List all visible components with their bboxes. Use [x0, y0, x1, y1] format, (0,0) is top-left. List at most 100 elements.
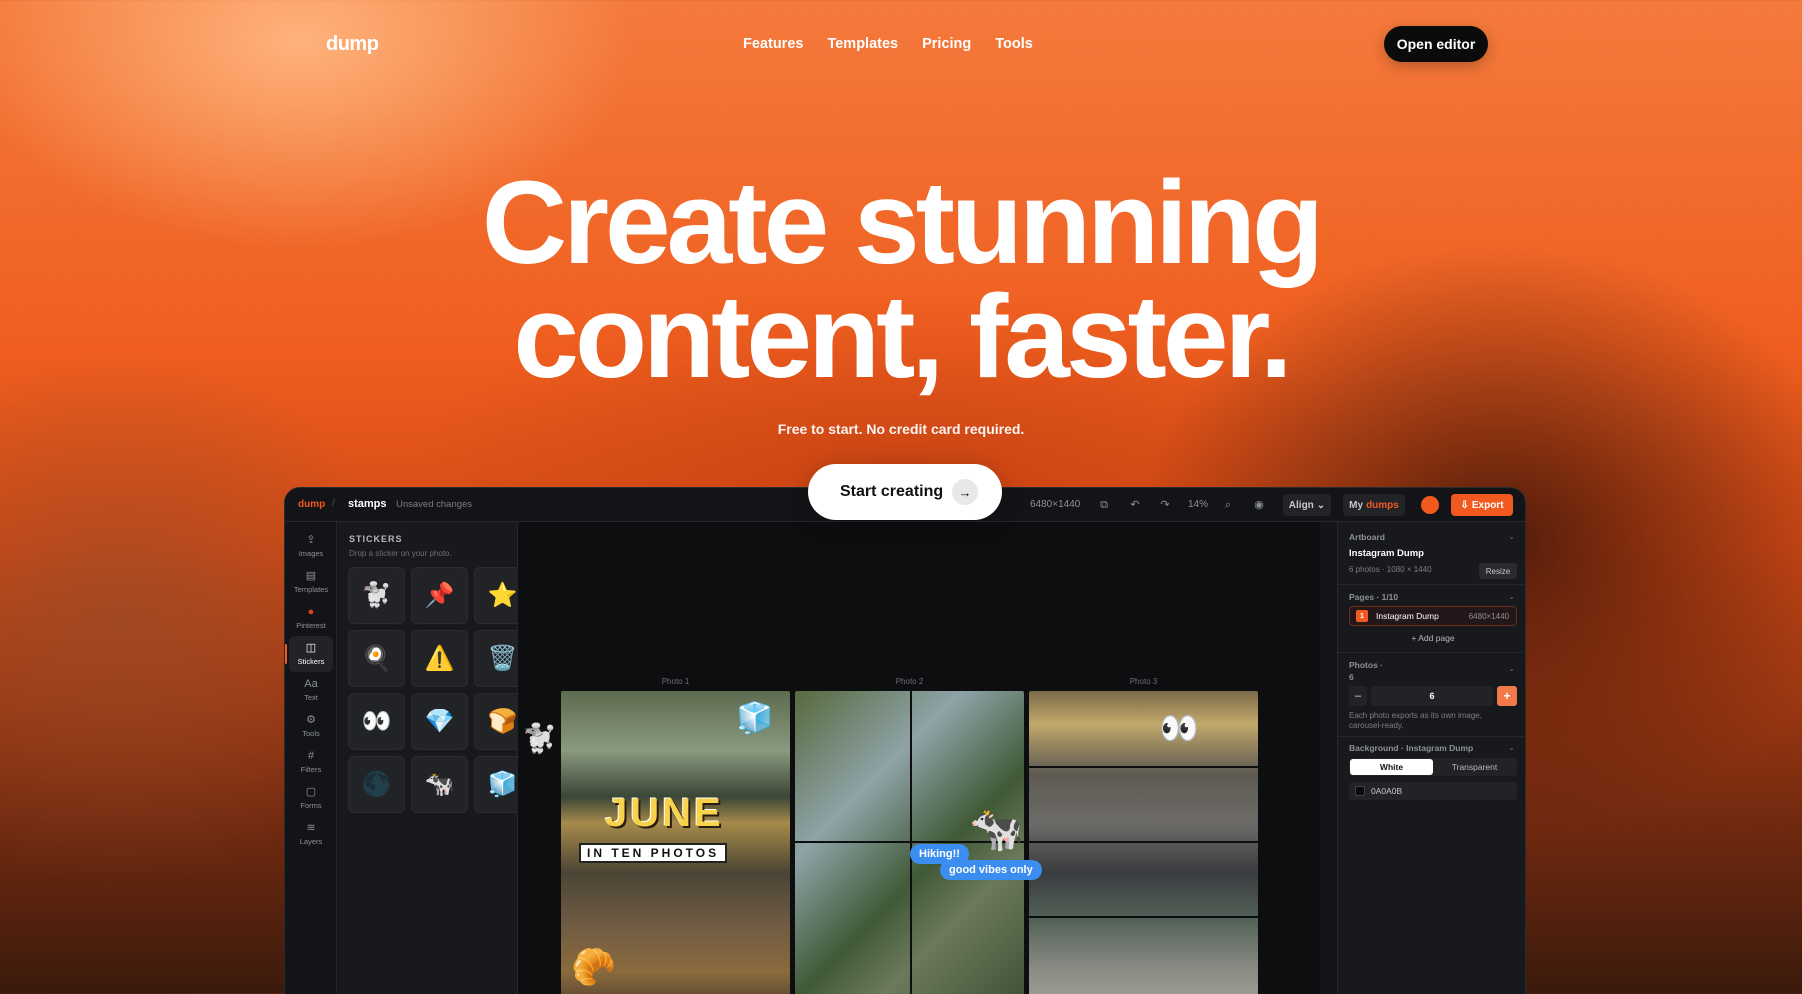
rail-item-label: Stickers — [297, 657, 325, 666]
hash-icon: # — [307, 750, 315, 762]
hero-title-line-1: Create stunning — [481, 157, 1324, 289]
sticker-cow[interactable]: 🐄 — [411, 756, 468, 813]
rail-item-filters[interactable]: # Filters — [289, 744, 333, 780]
chevron-down-icon: ⌄ — [1316, 499, 1326, 511]
photos-count: 6 — [1349, 672, 1354, 682]
sticker-wet-floor-sign[interactable]: ⚠️ — [411, 630, 468, 687]
nav-links: Features Templates Pricing Tools — [743, 36, 1033, 52]
rail-item-label: Pinterest — [296, 621, 326, 630]
in-ten-photos-sticker[interactable]: IN TEN PHOTOS — [579, 843, 728, 863]
pages-header: Pages · 1/10 — [1349, 592, 1399, 602]
project-name[interactable]: stamps — [348, 498, 387, 510]
rail-item-stickers[interactable]: ◫ Stickers — [285, 636, 333, 672]
square-icon: ▢ — [305, 786, 317, 798]
resize-button[interactable]: Resize — [1479, 563, 1517, 579]
save-status: Unsaved changes — [396, 499, 473, 510]
sticker-plumbob[interactable]: 💎 — [411, 693, 468, 750]
nav-link-pricing[interactable]: Pricing — [922, 36, 971, 52]
site-logo[interactable]: dump — [326, 33, 379, 56]
background-header: Background · Instagram Dump — [1349, 743, 1474, 753]
hero-title-line-2: content, faster. — [513, 271, 1292, 403]
rail-item-tools[interactable]: ⚙ Tools — [289, 708, 333, 744]
rail-item-label: Images — [298, 549, 324, 558]
my-dumps-button[interactable]: My dumps — [1343, 494, 1405, 516]
rail-item-label: Layers — [299, 837, 323, 846]
artboard-header: Artboard — [1349, 532, 1385, 542]
text-icon: Aa — [304, 678, 318, 690]
zoom-level[interactable]: 14% — [1188, 499, 1208, 510]
sticker-pushpin[interactable]: 📌 — [411, 567, 468, 624]
photos-header: Photos · — [1349, 660, 1383, 670]
rail-item-forms[interactable]: ▢ Forms — [289, 780, 333, 816]
rail-item-label: Templates — [293, 585, 329, 594]
photos-count-input[interactable]: 6 — [1371, 686, 1493, 706]
align-dropdown[interactable]: Align ⌄ — [1283, 494, 1331, 516]
upload-icon: ⇪ — [306, 534, 316, 546]
tool-rail: ⇪ Images ▤ Templates ● Pinterest ◫ Stick… — [285, 522, 337, 994]
background-color-field[interactable]: 0A0A0B — [1349, 782, 1517, 800]
nav-link-templates[interactable]: Templates — [827, 36, 898, 52]
start-creating-label: Start creating — [840, 483, 944, 500]
rail-item-pinterest[interactable]: ● Pinterest — [289, 600, 333, 636]
decrement-button[interactable]: – — [1349, 686, 1367, 706]
increment-button[interactable]: + — [1497, 686, 1517, 706]
photo-1[interactable]: JUNE IN TEN PHOTOS 🧊 🥐 — [561, 691, 790, 994]
color-swatch[interactable] — [1355, 786, 1365, 796]
sticker-icon: ◫ — [305, 642, 317, 654]
dog-sticker-on-canvas[interactable]: 🐩 — [522, 722, 557, 755]
properties-panel: Artboard ⌄ Instagram Dump 6 photos · 108… — [1337, 522, 1525, 994]
croissant-sticker[interactable]: 🥐 — [571, 946, 616, 988]
chevron-down-icon[interactable]: ⌄ — [1508, 532, 1515, 541]
pinterest-icon: ● — [307, 606, 315, 618]
rail-item-label: Text — [304, 693, 318, 702]
photo-label-3: Photo 3 — [1129, 677, 1158, 686]
chevron-down-icon[interactable]: ⌄ — [1508, 743, 1515, 752]
editor-logo[interactable]: dump — [298, 499, 325, 510]
chevron-down-icon[interactable]: ⌄ — [1508, 592, 1515, 601]
cube-sticker[interactable]: 🧊 — [736, 701, 773, 736]
rail-item-layers[interactable]: ≋ Layers — [289, 816, 333, 852]
avatar[interactable] — [1421, 496, 1439, 514]
redo-icon[interactable]: ↷ — [1157, 497, 1173, 513]
june-sticker-text[interactable]: JUNE — [605, 791, 724, 836]
copy-icon[interactable]: ⧉ — [1096, 497, 1112, 513]
page-item[interactable]: 1 Instagram Dump 6480×1440 — [1349, 606, 1517, 626]
googly-eyes-sticker[interactable]: 👀 — [1159, 709, 1199, 747]
rail-item-templates[interactable]: ▤ Templates — [289, 564, 333, 600]
sticker-googly-eyes[interactable]: 👀 — [348, 693, 405, 750]
photo-label-1: Photo 1 — [661, 677, 690, 686]
export-label: Export — [1471, 499, 1504, 511]
cow-sticker[interactable]: 🐄 — [969, 803, 1024, 855]
sticker-dog[interactable]: 🐩 — [348, 567, 405, 624]
photo-2[interactable]: 🐄 — [795, 691, 1024, 994]
open-editor-button[interactable]: Open editor — [1384, 26, 1488, 62]
sticker-moon[interactable]: 🌑 — [348, 756, 405, 813]
background-color-value: 0A0A0B — [1371, 786, 1403, 796]
undo-icon[interactable]: ↶ — [1127, 497, 1143, 513]
my-label: My — [1349, 499, 1364, 511]
photo-3[interactable]: 👀 — [1029, 691, 1258, 994]
bg-option-transparent[interactable]: Transparent — [1433, 759, 1516, 775]
eye-icon[interactable]: ◉ — [1251, 497, 1267, 513]
artboard-canvas[interactable]: Photo 1 Photo 2 Photo 3 🐩 JUNE IN TEN PH… — [518, 522, 1320, 994]
nav-link-tools[interactable]: Tools — [995, 36, 1033, 52]
panel-subtitle: Drop a sticker on your photo. — [349, 549, 452, 558]
export-button[interactable]: ⇩ Export — [1451, 494, 1513, 516]
nav-link-features[interactable]: Features — [743, 36, 803, 52]
bg-option-white[interactable]: White — [1350, 759, 1433, 775]
rail-item-text[interactable]: Aa Text — [289, 672, 333, 708]
chevron-down-icon[interactable]: ⌄ — [1508, 664, 1515, 673]
rail-item-images[interactable]: ⇪ Images — [289, 528, 333, 564]
page-number: 1 — [1356, 610, 1368, 622]
dumps-label: dumps — [1366, 499, 1399, 511]
artboard-info: 6 photos · 1080 × 1440 — [1349, 565, 1432, 574]
search-icon[interactable]: ⌕ — [1220, 497, 1236, 513]
start-creating-button[interactable]: Start creating → — [808, 464, 1002, 520]
stickers-panel: STICKERS Drop a sticker on your photo. 🐩… — [338, 522, 531, 994]
photos-note: Each photo exports as its own image, car… — [1349, 711, 1482, 730]
divider — [1338, 736, 1525, 737]
sticker-egg[interactable]: 🍳 — [348, 630, 405, 687]
good-vibes-bubble-sticker[interactable]: good vibes only — [940, 860, 1042, 880]
align-label: Align — [1288, 499, 1314, 511]
add-page-button[interactable]: + Add page — [1338, 633, 1525, 643]
